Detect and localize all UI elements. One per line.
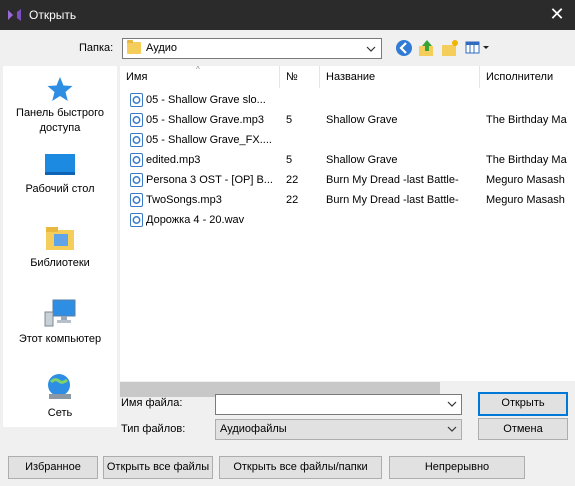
place-label: Библиотеки <box>30 257 90 269</box>
up-folder-button[interactable] <box>417 38 437 58</box>
file-row[interactable]: 05 - Shallow Grave_FX.... <box>120 130 575 150</box>
places-bar: Панель быстрого доступа Рабочий стол Биб… <box>3 66 117 427</box>
file-track-number: 5 <box>286 114 293 126</box>
audio-file-icon <box>130 213 143 227</box>
file-title: Shallow Grave <box>326 114 398 126</box>
audio-file-icon <box>130 173 143 187</box>
file-name: 05 - Shallow Grave slo... <box>146 94 266 106</box>
file-row[interactable]: Persona 3 OST - [OP] B... 22 Burn My Dre… <box>120 170 575 190</box>
place-desktop[interactable]: Рабочий стол <box>3 152 117 197</box>
file-title: Burn My Dread -last Battle- <box>326 174 459 186</box>
sort-ascending-icon: ^ <box>196 66 200 74</box>
file-name: Дорожка 4 - 20.wav <box>146 214 245 226</box>
computer-icon <box>44 299 76 327</box>
file-name: 05 - Shallow Grave_FX.... <box>146 134 272 146</box>
open-all-files-button[interactable]: Открыть все файлы <box>103 456 213 479</box>
file-row[interactable]: Дорожка 4 - 20.wav <box>120 210 575 230</box>
file-track-number: 22 <box>286 194 299 206</box>
filetype-select[interactable]: Аудиофайлы <box>215 419 462 440</box>
file-name: edited.mp3 <box>146 154 201 166</box>
open-all-files-folders-button[interactable]: Открыть все файлы/папки <box>219 456 382 479</box>
file-track-number <box>286 90 320 110</box>
file-title <box>326 90 476 110</box>
dialog-client-area: Папка: Аудио Панель быстрого доступа Раб… <box>0 30 575 486</box>
app-logo-icon <box>8 9 21 21</box>
file-row[interactable]: 05 - Shallow Grave.mp3 5 Shallow Grave T… <box>120 110 575 130</box>
filetype-label: Тип файлов: <box>121 423 186 435</box>
file-title <box>326 210 476 230</box>
chevron-down-icon <box>447 426 457 432</box>
open-button[interactable]: Открыть <box>478 392 568 416</box>
chevron-down-icon <box>366 46 376 52</box>
quick-access-star-icon <box>47 77 73 101</box>
file-title <box>326 130 476 150</box>
file-artist <box>486 130 575 150</box>
audio-file-icon <box>130 113 143 127</box>
file-artist <box>486 210 575 230</box>
audio-file-icon <box>130 133 143 147</box>
place-label: Рабочий стол <box>25 183 95 195</box>
window-title: Открыть <box>29 8 77 22</box>
folder-combo[interactable]: Аудио <box>122 38 382 59</box>
file-list[interactable]: Имя ^ № Название Исполнители 05 - Shallo… <box>120 66 575 381</box>
place-label: Этот компьютер <box>18 333 102 345</box>
file-artist: Meguro Masash <box>486 194 565 206</box>
file-artist <box>486 90 575 110</box>
network-icon <box>48 374 71 399</box>
cancel-button[interactable]: Отмена <box>478 418 568 440</box>
place-quick-access[interactable]: Панель быстрого доступа <box>3 76 117 136</box>
new-folder-button[interactable] <box>440 38 460 58</box>
view-menu-icon <box>465 41 489 54</box>
file-name: TwoSongs.mp3 <box>146 194 222 206</box>
place-network[interactable]: Сеть <box>3 372 117 421</box>
filename-label: Имя файла: <box>121 397 183 409</box>
place-label: Панель быстрого доступа <box>16 107 104 134</box>
place-libraries[interactable]: Библиотеки <box>3 224 117 271</box>
audio-file-icon <box>130 193 143 207</box>
favorites-button[interactable]: Избранное <box>8 456 98 479</box>
file-row[interactable]: edited.mp3 5 Shallow Grave The Birthday … <box>120 150 575 170</box>
up-folder-icon <box>419 40 433 56</box>
file-name: 05 - Shallow Grave.mp3 <box>146 114 264 126</box>
file-name: Persona 3 OST - [OP] B... <box>146 174 273 186</box>
file-row[interactable]: 05 - Shallow Grave slo... <box>120 90 575 110</box>
file-track-number <box>286 130 320 150</box>
file-title: Shallow Grave <box>326 154 398 166</box>
file-track-number: 22 <box>286 174 299 186</box>
libraries-icon <box>46 227 74 250</box>
column-header-name[interactable]: Имя ^ <box>120 66 280 88</box>
file-title: Burn My Dread -last Battle- <box>326 194 459 206</box>
close-button[interactable]: ✕ <box>547 4 567 24</box>
chevron-down-icon[interactable] <box>447 399 457 409</box>
back-button[interactable] <box>394 38 414 58</box>
folder-icon <box>127 40 141 54</box>
column-header-title[interactable]: Название <box>320 66 480 88</box>
file-artist: Meguro Masash <box>486 174 565 186</box>
file-track-number <box>286 210 320 230</box>
back-icon <box>396 40 412 56</box>
column-header-artists[interactable]: Исполнители <box>480 66 575 88</box>
desktop-icon <box>45 154 75 175</box>
title-bar: Открыть ✕ <box>0 0 575 30</box>
filename-input[interactable] <box>215 394 462 415</box>
folder-name: Аудио <box>146 42 178 54</box>
audio-file-icon <box>130 153 143 167</box>
view-menu-button[interactable] <box>464 38 504 58</box>
file-row[interactable]: TwoSongs.mp3 22 Burn My Dread -last Batt… <box>120 190 575 210</box>
continuous-button[interactable]: Непрерывно <box>389 456 525 479</box>
column-header-number[interactable]: № <box>280 66 320 88</box>
file-artist: The Birthday Ma <box>486 114 567 126</box>
new-folder-icon <box>442 40 458 56</box>
place-label: Сеть <box>47 407 73 419</box>
file-artist: The Birthday Ma <box>486 154 567 166</box>
place-this-pc[interactable]: Этот компьютер <box>3 298 117 347</box>
folder-label: Папка: <box>79 42 114 54</box>
file-track-number: 5 <box>286 154 293 166</box>
close-icon: ✕ <box>549 4 565 24</box>
audio-file-icon <box>130 93 143 107</box>
